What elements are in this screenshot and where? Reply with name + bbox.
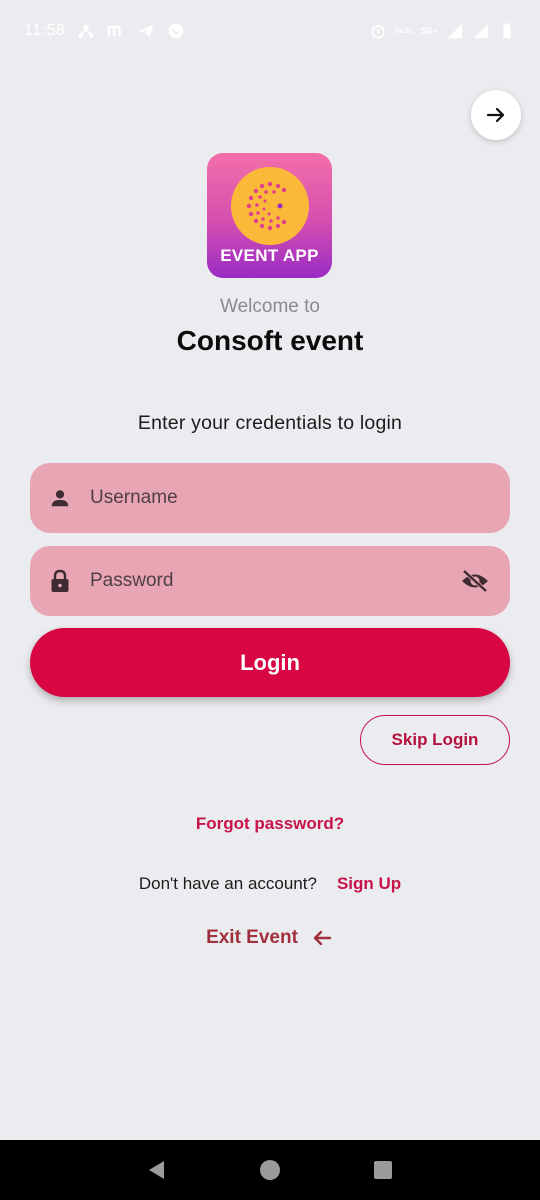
visibility-off-icon[interactable] [460, 566, 490, 596]
signal-icon [447, 23, 463, 39]
system-nav-bar [0, 1140, 540, 1200]
logo-c-icon [246, 181, 287, 231]
logo-text: EVENT APP [220, 246, 319, 265]
arrow-left-icon [313, 930, 332, 946]
network-type: 5G+ [420, 25, 438, 36]
person-icon [48, 486, 72, 510]
m-app-icon [107, 25, 122, 37]
whatsapp-icon [169, 23, 184, 39]
share-hub-icon [78, 24, 95, 38]
nav-home-button[interactable] [250, 1150, 290, 1190]
page-title: Consoft event [176, 325, 364, 356]
signal-icon-2 [473, 23, 489, 39]
signup-prompt: Don't have an account? [138, 874, 317, 893]
forgot-password-link[interactable]: Forgot password? [0, 814, 540, 834]
status-time: 11:58 [24, 22, 66, 39]
status-left: 11:58 [24, 22, 185, 40]
welcome-prefix: Welcome to [220, 296, 320, 317]
username-input[interactable] [90, 463, 490, 533]
status-right: VoLTE 5G+ [369, 22, 516, 40]
password-input[interactable] [90, 546, 460, 616]
forward-button[interactable] [471, 90, 521, 140]
nav-back-button[interactable] [137, 1150, 177, 1190]
login-instruction: Enter your credentials to login [137, 412, 403, 434]
app-logo: EVENT APP [207, 153, 332, 278]
skip-login-button[interactable]: Skip Login [360, 715, 510, 765]
alarm-icon [370, 25, 385, 39]
home-circle-icon [259, 1160, 280, 1180]
exit-event-label: Exit Event [206, 927, 298, 948]
exit-event-button[interactable]: Exit Event [0, 926, 540, 950]
username-field[interactable] [30, 463, 510, 533]
recents-square-icon [374, 1161, 393, 1179]
password-field[interactable] [30, 546, 510, 616]
volte-icon: VoLTE [394, 29, 413, 35]
lock-icon [48, 569, 72, 593]
login-button[interactable]: Login [30, 628, 510, 697]
battery-icon [503, 23, 511, 39]
arrow-right-icon [486, 107, 505, 123]
nav-recents-button[interactable] [363, 1150, 403, 1190]
signup-row: Don't have an account? Sign Up [0, 874, 540, 894]
signup-link[interactable]: Sign Up [337, 874, 401, 894]
status-bar: 11:58 VoLTE 5G+ [0, 0, 540, 62]
back-triangle-icon [148, 1161, 164, 1179]
logo-emblem [231, 167, 309, 245]
telegram-icon [139, 24, 154, 38]
